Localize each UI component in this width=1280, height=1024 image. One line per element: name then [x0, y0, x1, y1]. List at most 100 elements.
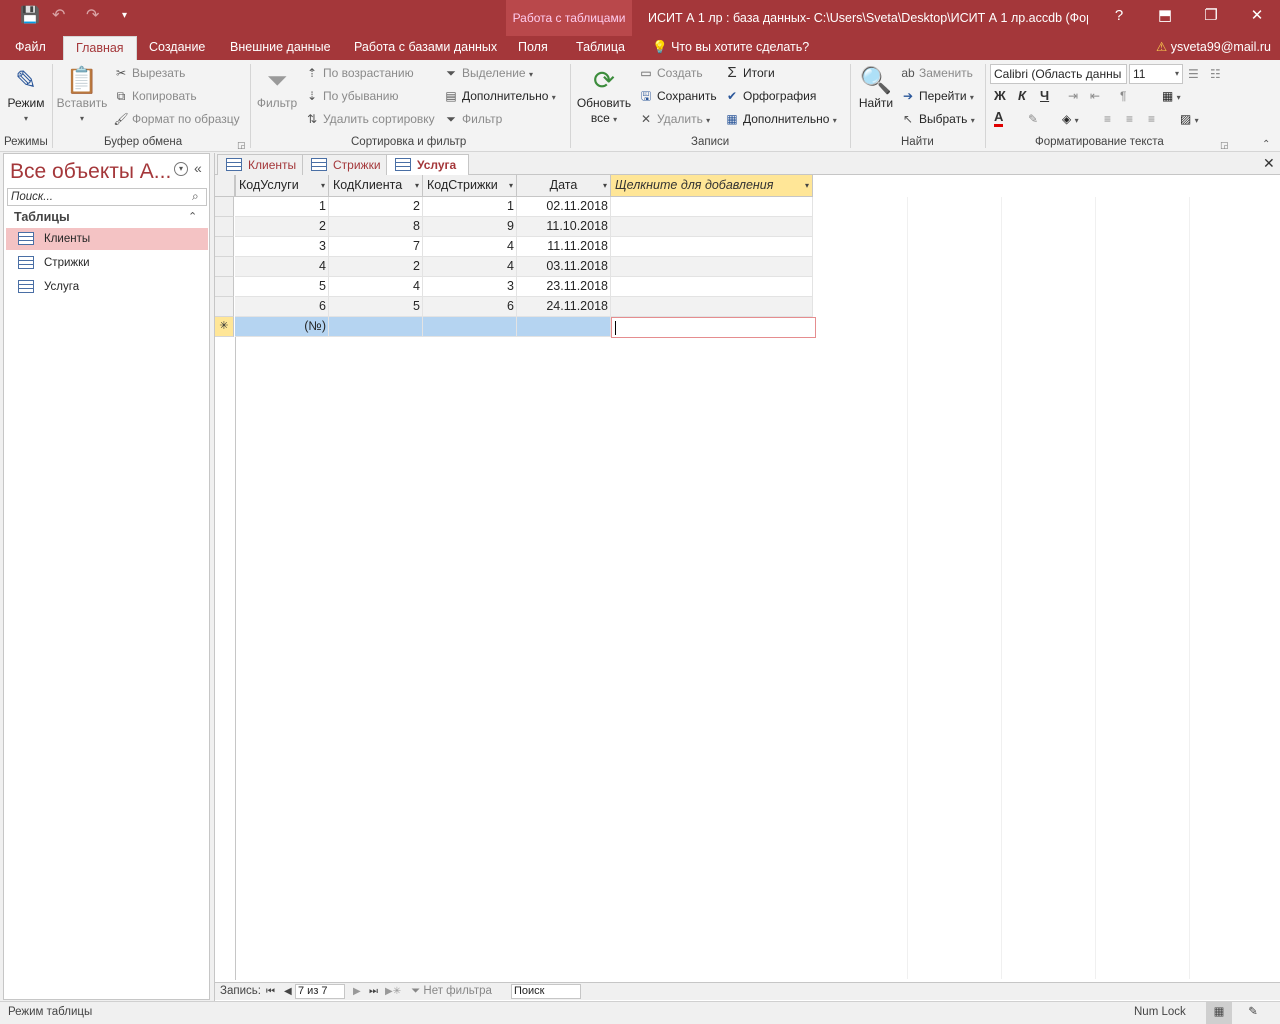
indent-decrease-icon[interactable]: ⇤ [1090, 88, 1100, 104]
record-selector[interactable] [215, 257, 234, 277]
nav-item-services[interactable]: Услуга [6, 276, 208, 298]
table-cell[interactable]: 5 [235, 277, 329, 297]
restore-button[interactable]: ❐ [1188, 0, 1234, 32]
paste-button[interactable]: 📋 Вставить ▾ [56, 64, 108, 126]
new-record-button[interactable]: ▭ Создать [638, 65, 702, 81]
fill-color-icon[interactable]: ◈ ▾ [1062, 111, 1079, 129]
table-cell[interactable]: 03.11.2018 [517, 257, 611, 277]
tell-me-box[interactable]: 💡 Что вы хотите сделать? [652, 36, 809, 60]
tab-database-tools[interactable]: Работа с базами данных [354, 36, 497, 60]
chevron-down-icon[interactable]: ▾ [509, 175, 513, 196]
chevron-down-icon[interactable]: ▾ [321, 175, 325, 196]
cut-button[interactable]: ✂ Вырезать [113, 65, 185, 81]
toggle-filter-button[interactable]: ⏷ Фильтр [443, 111, 502, 127]
more-records-button[interactable]: ▦ Дополнительно ▾ [724, 111, 836, 129]
undo-icon[interactable]: ↶ [52, 6, 65, 26]
doc-tab-clients[interactable]: Клиенты [217, 154, 310, 175]
search-icon[interactable]: ⌕ [192, 189, 199, 204]
account[interactable]: ⚠ ysveta99@mail.ru [1156, 36, 1271, 60]
ribbon-display-button[interactable]: ⬒ [1142, 0, 1188, 32]
highlight-icon[interactable]: ✎ [1028, 111, 1038, 127]
tab-create[interactable]: Создание [149, 36, 205, 60]
table-cell[interactable]: 02.11.2018 [517, 197, 611, 217]
next-record-icon[interactable]: ▶ [353, 983, 361, 1000]
nav-menu-chevron-icon[interactable]: ▾ [174, 162, 188, 176]
redo-icon[interactable]: ↷ [86, 6, 99, 26]
tab-file[interactable]: Файл [15, 36, 46, 60]
bullets-icon[interactable]: ☰ [1188, 66, 1199, 82]
dialog-launcher-icon[interactable]: ◲ [237, 137, 246, 153]
font-name-select[interactable]: Calibri (Область данны [990, 64, 1127, 84]
design-view-icon[interactable]: ✎ [1240, 1002, 1266, 1024]
select-all-corner[interactable] [215, 175, 235, 197]
active-edit-cell[interactable] [611, 317, 816, 338]
table-cell-empty[interactable] [611, 297, 813, 317]
first-record-icon[interactable]: ⏮ [266, 983, 275, 1000]
dialog-launcher-icon[interactable]: ◲ [1220, 137, 1229, 153]
underline-button[interactable]: Ч [1040, 88, 1049, 103]
doc-tab-services[interactable]: Услуга [386, 154, 470, 176]
table-cell[interactable]: 11.10.2018 [517, 217, 611, 237]
tab-external-data[interactable]: Внешние данные [230, 36, 331, 60]
column-header-date[interactable]: Дата ▾ [517, 175, 611, 197]
remove-sort-button[interactable]: ⇅ Удалить сортировку [304, 111, 435, 127]
align-right-icon[interactable]: ≡ [1148, 111, 1155, 127]
no-filter-button[interactable]: ⏷ Нет фильтра [411, 983, 492, 1000]
chevron-down-icon[interactable]: ▾ [415, 175, 419, 196]
table-cell[interactable]: 2 [235, 217, 329, 237]
nav-item-clients[interactable]: Клиенты [6, 228, 208, 250]
alternate-row-color-icon[interactable]: ▨ ▾ [1180, 111, 1199, 129]
align-center-icon[interactable]: ≡ [1126, 111, 1133, 127]
chevron-down-icon[interactable]: ▾ [603, 175, 607, 196]
table-cell[interactable]: 8 [329, 217, 423, 237]
table-cell[interactable]: 1 [235, 197, 329, 217]
advanced-filter-button[interactable]: ▤ Дополнительно ▾ [443, 88, 555, 106]
goto-button[interactable]: ➔ Перейти ▾ [900, 88, 974, 106]
nav-item-haircuts[interactable]: Стрижки [6, 252, 208, 274]
nav-section-tables[interactable]: Таблицы [14, 210, 70, 224]
find-button[interactable]: 🔍 Найти [855, 64, 897, 111]
table-cell[interactable]: 5 [329, 297, 423, 317]
table-cell[interactable]: 4 [423, 237, 517, 257]
gridlines-icon[interactable]: ▦ ▾ [1162, 88, 1181, 106]
replace-button[interactable]: ab Заменить [900, 65, 973, 81]
collapse-ribbon-icon[interactable]: ⌃ [1262, 137, 1270, 153]
column-header-client-id[interactable]: КодКлиента ▾ [329, 175, 423, 197]
new-record-nav-icon[interactable]: ▶✳ [385, 983, 401, 1000]
selection-button[interactable]: ⏷ Выделение ▾ [443, 65, 533, 83]
table-cell[interactable]: 23.11.2018 [517, 277, 611, 297]
quick-access-customize-icon[interactable]: ▾ [122, 6, 127, 26]
italic-button[interactable]: К [1018, 88, 1026, 103]
table-cell[interactable]: 9 [423, 217, 517, 237]
copy-button[interactable]: ⧉ Копировать [113, 88, 197, 104]
align-left-icon[interactable]: ≡ [1104, 111, 1111, 127]
spelling-button[interactable]: ✔ Орфография [724, 88, 816, 104]
bold-button[interactable]: Ж [994, 88, 1006, 103]
record-position-input[interactable]: 7 из 7 [295, 984, 345, 999]
table-cell-empty[interactable] [611, 277, 813, 297]
doc-tab-haircuts[interactable]: Стрижки [302, 154, 394, 175]
close-button[interactable]: ✕ [1234, 0, 1280, 32]
datasheet-view-icon[interactable]: ▦ [1206, 1002, 1232, 1024]
table-cell[interactable]: 4 [235, 257, 329, 277]
save-record-button[interactable]: 🖫 Сохранить [638, 88, 717, 104]
table-cell[interactable]: 3 [423, 277, 517, 297]
view-mode-button[interactable]: ✎ Режим ▾ [4, 64, 48, 126]
table-cell[interactable]: 11.11.2018 [517, 237, 611, 257]
help-button[interactable]: ? [1096, 0, 1142, 32]
save-icon[interactable]: 💾 [20, 6, 40, 26]
refresh-all-button[interactable]: ⟳ Обновить все ▾ [575, 64, 633, 127]
previous-record-icon[interactable]: ◀ [284, 983, 292, 1000]
nav-collapse-icon[interactable]: « [194, 160, 202, 176]
record-selector[interactable] [215, 217, 234, 237]
record-selector[interactable] [215, 237, 234, 257]
delete-record-button[interactable]: ✕ Удалить ▾ [638, 111, 710, 129]
table-cell[interactable]: 2 [329, 197, 423, 217]
sort-ascending-button[interactable]: ⇡ По возрастанию [304, 65, 414, 81]
totals-button[interactable]: Σ Итоги [724, 65, 774, 81]
record-search-input[interactable]: Поиск [511, 984, 581, 999]
table-cell-empty[interactable] [611, 237, 813, 257]
nav-pane-title[interactable]: Все объекты A... [10, 160, 171, 184]
record-selector[interactable] [215, 197, 234, 217]
tab-table[interactable]: Таблица [576, 36, 625, 60]
